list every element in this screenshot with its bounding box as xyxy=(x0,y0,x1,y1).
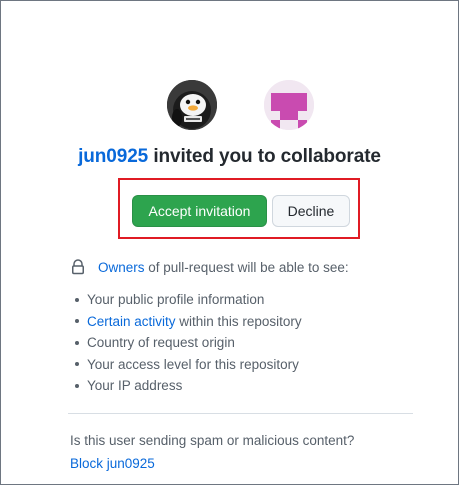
owners-link[interactable]: Owners xyxy=(98,260,145,275)
permission-text: Your access level for this repository xyxy=(87,356,299,372)
permissions-list: Your public profile information Certain … xyxy=(70,289,302,397)
list-item: Country of request origin xyxy=(70,332,302,354)
list-item: Your IP address xyxy=(70,375,302,397)
repo-owner-avatar[interactable] xyxy=(264,80,314,130)
permissions-intro-text: of pull-request will be able to see: xyxy=(148,259,349,275)
divider xyxy=(68,413,413,414)
bullet-icon xyxy=(75,340,79,345)
permission-text: within this repository xyxy=(179,313,302,329)
bullet-icon xyxy=(75,297,79,302)
invitation-heading: jun0925 invited you to collaborate xyxy=(1,146,458,168)
bullet-icon xyxy=(75,362,79,367)
permission-text: Your public profile information xyxy=(87,292,265,308)
bullet-icon xyxy=(75,319,79,324)
identicon-avatar-icon xyxy=(264,80,314,130)
penguin-avatar-icon xyxy=(167,80,217,130)
spam-question: Is this user sending spam or malicious c… xyxy=(70,433,355,448)
invitation-panel: jun0925 invited you to collaborate Accep… xyxy=(0,0,459,485)
avatars-row xyxy=(1,80,458,132)
inviter-avatar[interactable] xyxy=(167,80,217,130)
accept-invitation-button[interactable]: Accept invitation xyxy=(132,195,267,227)
invitation-text: invited you to collaborate xyxy=(153,146,381,167)
permissions-intro: Owners of pull-request will be able to s… xyxy=(70,259,349,275)
block-user-link[interactable]: Block jun0925 xyxy=(70,456,155,471)
list-item: Certain activity within this repository xyxy=(70,311,302,333)
decline-button[interactable]: Decline xyxy=(272,195,350,227)
list-item: Your public profile information xyxy=(70,289,302,311)
bullet-icon xyxy=(75,383,79,388)
list-item: Your access level for this repository xyxy=(70,354,302,376)
permission-text: Country of request origin xyxy=(87,335,235,351)
certain-activity-link[interactable]: Certain activity xyxy=(87,314,176,329)
permission-text: Your IP address xyxy=(87,378,183,394)
lock-icon xyxy=(72,259,84,275)
inviter-link[interactable]: jun0925 xyxy=(78,146,148,167)
